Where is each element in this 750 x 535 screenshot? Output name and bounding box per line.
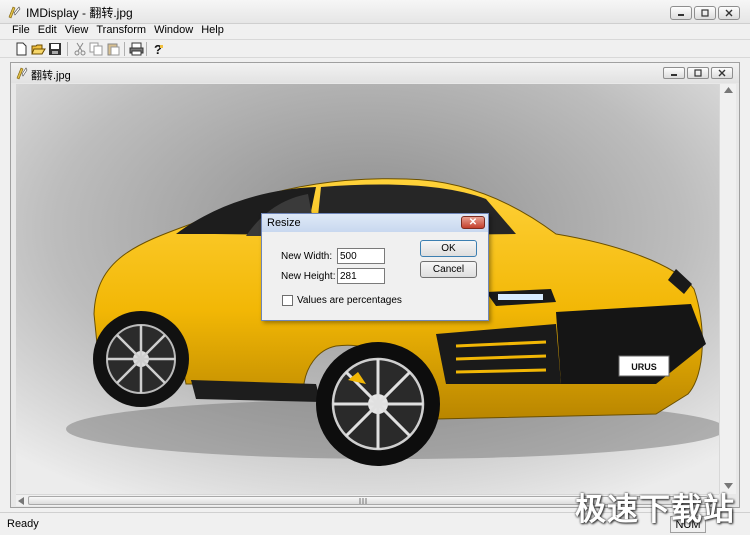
percentages-checkbox[interactable] [282, 295, 293, 306]
menu-window[interactable]: Window [152, 24, 199, 38]
minimize-button[interactable] [670, 6, 692, 20]
menu-help[interactable]: Help [199, 24, 230, 38]
new-height-label: New Height: [281, 271, 336, 282]
vertical-scrollbar[interactable] [719, 84, 736, 494]
plate-text: URUS [631, 362, 657, 372]
minimize-icon [671, 74, 677, 76]
doc-minimize-button[interactable] [663, 67, 685, 79]
new-width-input[interactable] [337, 248, 385, 264]
scroll-left-icon[interactable] [18, 497, 24, 505]
print-icon[interactable] [129, 42, 144, 56]
new-width-label: New Width: [281, 251, 333, 262]
dialog-title-bar: Resize ✕ [262, 214, 488, 232]
new-file-icon[interactable] [14, 42, 29, 56]
close-icon [725, 9, 733, 17]
help-icon[interactable]: ? [151, 42, 166, 56]
document-title: 翻转.jpg [31, 70, 71, 82]
watermark-logo: 极速下载站 [575, 492, 735, 528]
dialog-close-button[interactable]: ✕ [461, 216, 485, 229]
svg-text:?: ? [154, 42, 162, 56]
resize-dialog: Resize ✕ New Width: New Height: Values a… [261, 213, 489, 321]
title-bar: IMDisplay - 翻转.jpg [0, 0, 750, 24]
close-button[interactable] [718, 6, 740, 20]
toolbar: ? [0, 39, 750, 58]
menu-transform[interactable]: Transform [94, 24, 152, 38]
copy-icon[interactable] [89, 42, 104, 56]
percentages-label: Values are percentages [297, 295, 402, 306]
dialog-title: Resize [267, 217, 301, 229]
toolbar-separator [124, 42, 125, 56]
document-title-bar: 翻转.jpg [11, 63, 739, 83]
save-icon[interactable] [48, 42, 63, 56]
menu-edit[interactable]: Edit [36, 24, 63, 38]
doc-maximize-button[interactable] [687, 67, 709, 79]
menu-file[interactable]: File [10, 24, 36, 38]
minimize-icon [678, 14, 684, 16]
restore-icon [694, 69, 702, 77]
maximize-button[interactable] [694, 6, 716, 20]
close-icon [718, 69, 726, 77]
open-folder-icon[interactable] [31, 42, 46, 56]
close-icon: ✕ [468, 217, 478, 228]
doc-close-button[interactable] [711, 67, 733, 79]
status-text: Ready [7, 518, 39, 530]
grip-icon [359, 498, 367, 504]
cut-icon[interactable] [73, 42, 88, 56]
menu-view[interactable]: View [63, 24, 95, 38]
toolbar-separator [146, 42, 147, 56]
new-height-input[interactable] [337, 268, 385, 284]
scroll-up-icon[interactable] [724, 87, 733, 93]
restore-icon [701, 9, 709, 17]
document-icon [16, 67, 28, 80]
menu-bar: File Edit View Transform Window Help [0, 24, 750, 38]
paste-icon[interactable] [106, 42, 121, 56]
cancel-button[interactable]: Cancel [420, 261, 477, 278]
app-icon [8, 6, 21, 19]
ok-button[interactable]: OK [420, 240, 477, 257]
window-title: IMDisplay - 翻转.jpg [26, 6, 133, 20]
toolbar-separator [67, 42, 68, 56]
